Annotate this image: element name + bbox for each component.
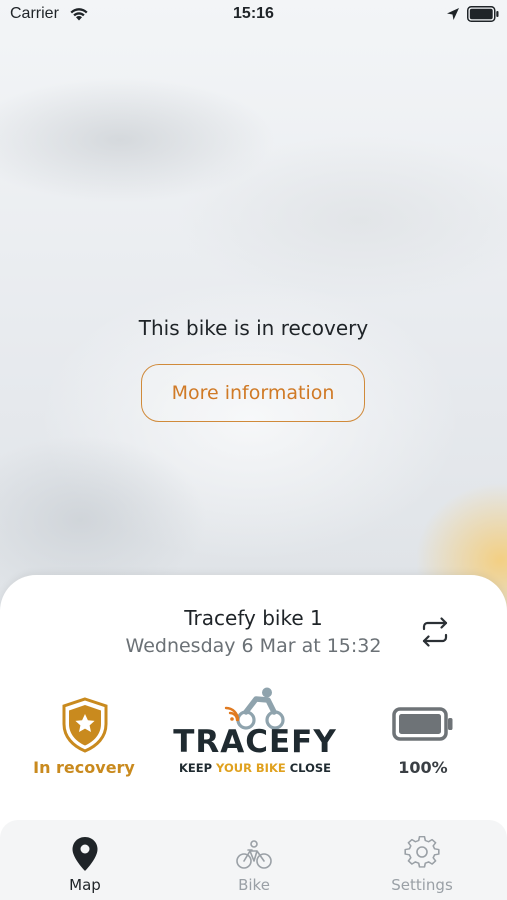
bicycle-icon: [236, 840, 272, 869]
map-pin-icon: [72, 837, 98, 871]
logo-wordmark: TRACEFY: [173, 724, 337, 760]
tab-map-label: Map: [69, 876, 101, 894]
tab-settings-label: Settings: [391, 876, 453, 894]
logo-tagline-part-1: KEEP: [179, 761, 216, 775]
gear-icon: [404, 836, 440, 868]
battery-full-icon: [392, 707, 453, 741]
shield-star-icon: [62, 697, 108, 753]
bike-status-label: In recovery: [33, 758, 135, 777]
map-view[interactable]: [0, 0, 507, 610]
tracefy-logo: TRACEFY KEEP YOUR BIKE CLOSE: [173, 687, 337, 775]
recovery-message: This bike is in recovery: [138, 316, 369, 340]
tab-bike-label: Bike: [238, 876, 270, 894]
tab-map[interactable]: Map: [25, 832, 145, 896]
battery-percentage: 100%: [398, 758, 448, 777]
location-arrow-icon: [447, 8, 459, 20]
switch-bike-icon[interactable]: [417, 614, 453, 650]
tab-bike[interactable]: Bike: [194, 832, 314, 896]
cyclist-icon: [224, 687, 285, 730]
status-battery-icon: [467, 6, 499, 22]
logo-tagline-part-3: CLOSE: [286, 761, 331, 775]
svg-text:KEEP YOUR BIKE CLOSE: KEEP YOUR BIKE CLOSE: [179, 761, 331, 775]
status-bar: Carrier 15:16: [0, 0, 507, 30]
tab-settings[interactable]: Settings: [362, 832, 482, 896]
more-information-button[interactable]: More information: [141, 364, 365, 422]
clock: 15:16: [233, 5, 274, 22]
logo-tagline-part-2: YOUR BIKE: [215, 761, 286, 775]
